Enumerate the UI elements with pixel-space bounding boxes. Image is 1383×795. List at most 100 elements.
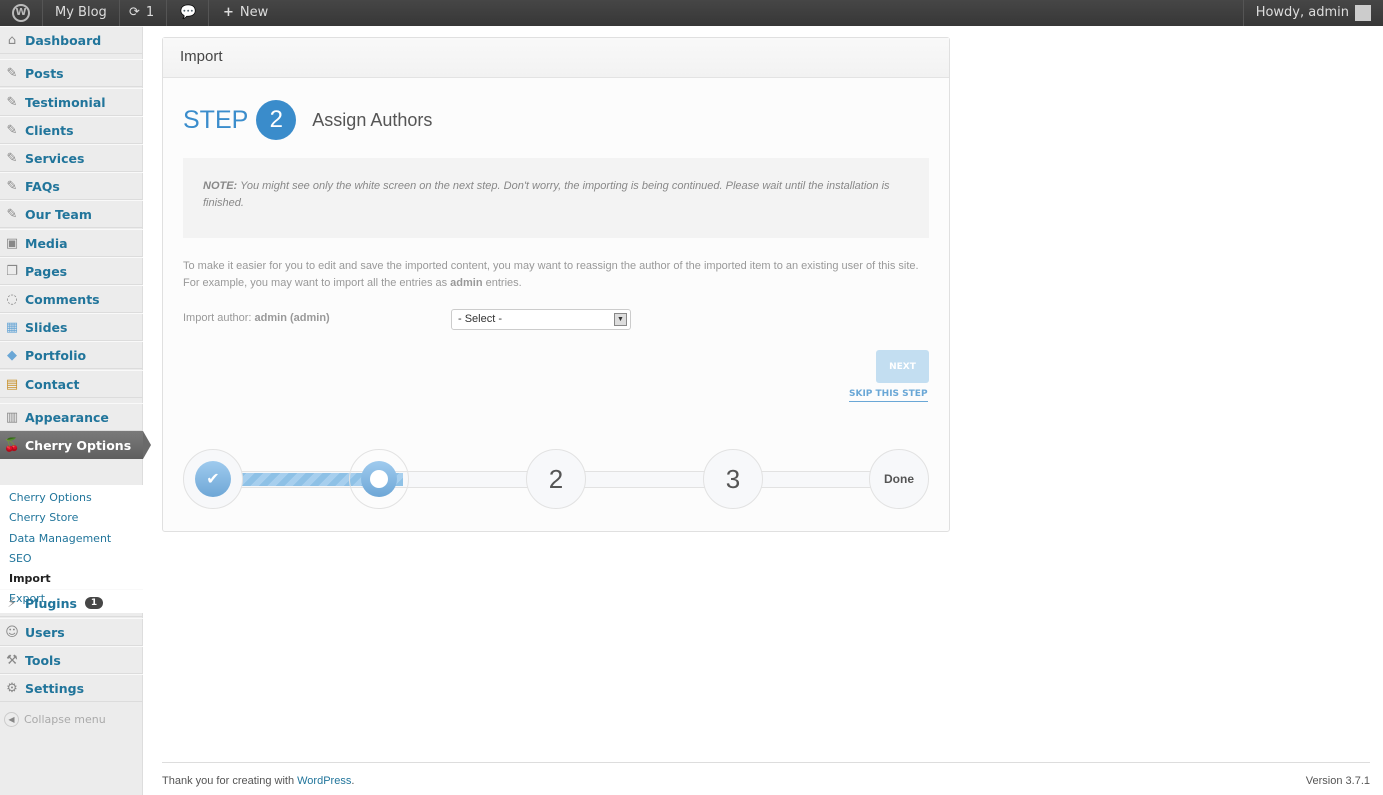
menu-label: Appearance [25, 409, 109, 425]
pin-icon: ✎ [6, 178, 18, 194]
menu-contact[interactable]: ▤ Contact [0, 370, 143, 398]
new-content-link[interactable]: + New [211, 0, 280, 26]
footer-dot: . [351, 775, 355, 787]
menu-label: Users [25, 624, 65, 640]
submenu-data-management[interactable]: Data Management [9, 532, 111, 545]
menu-faqs[interactable]: ✎ FAQs [0, 172, 143, 200]
home-icon: ⌂ [7, 32, 17, 48]
admin-bar: W My Blog ⟳ 1 💬 + New Howdy, admin [0, 0, 1383, 26]
menu-label: Portfolio [25, 347, 87, 363]
dropdown-arrow-icon: ▼ [614, 313, 627, 326]
menu-plugins[interactable]: ⚡ Plugins 1 [0, 589, 143, 617]
skip-step-link[interactable]: SKIP THIS STEP [849, 389, 928, 402]
submenu-cherry-options[interactable]: Cherry Options [9, 491, 92, 504]
site-name-link[interactable]: My Blog [43, 0, 120, 26]
submenu-import[interactable]: Import [9, 572, 51, 585]
wordpress-link[interactable]: WordPress [297, 775, 351, 787]
portfolio-icon: ◆ [7, 347, 17, 363]
current-step-icon [361, 461, 397, 497]
menu-dashboard[interactable]: ⌂ Dashboard [0, 26, 143, 54]
footer-text: Thank you for creating with [162, 775, 298, 787]
panel-title: Import [163, 38, 949, 78]
tools-icon: ⚒ [6, 652, 18, 668]
wordpress-logo-icon[interactable]: W [0, 0, 43, 26]
step-node-3: 3 [703, 449, 763, 509]
step-node-current [349, 449, 409, 509]
menu-settings[interactable]: ⚙ Settings [0, 674, 143, 702]
menu-testimonial[interactable]: ✎ Testimonial [0, 88, 143, 116]
note-label: NOTE: [203, 180, 238, 192]
step-title: Assign Authors [312, 109, 433, 130]
pin-icon: ✎ [6, 94, 18, 110]
import-author-label: Import author: admin (admin) [183, 312, 330, 324]
menu-label: Collapse menu [24, 712, 106, 726]
step-label: STEP [183, 105, 249, 134]
footer: Thank you for creating with WordPress. V… [162, 762, 1370, 787]
collapse-menu-button[interactable]: ◀ Collapse menu [0, 705, 143, 733]
menu-label: Dashboard [25, 32, 102, 48]
menu-label: Our Team [25, 206, 92, 222]
menu-media[interactable]: ▣ Media [0, 229, 143, 257]
author-name: admin (admin) [254, 312, 330, 324]
media-icon: ▣ [5, 235, 19, 251]
desc-text: To make it easier for you to edit and sa… [183, 260, 919, 289]
note-box: NOTE: You might see only the white scree… [183, 158, 929, 238]
avatar [1355, 5, 1371, 21]
desc-bold: admin [450, 277, 483, 289]
pages-icon: ❐ [6, 263, 18, 279]
menu-users[interactable]: ☺ Users [0, 618, 143, 646]
comments-icon: ◌ [6, 291, 18, 307]
menu-label: Clients [25, 122, 74, 138]
progress-steps: ✔ 2 3 Done [183, 449, 931, 509]
menu-label: Posts [25, 65, 64, 81]
users-icon: ☺ [5, 624, 19, 640]
select-value: - Select - [458, 313, 503, 325]
slides-icon: ▦ [5, 319, 19, 335]
menu-pages[interactable]: ❐ Pages [0, 257, 143, 285]
import-panel: Import STEP 2 Assign Authors NOTE: You m… [162, 37, 950, 532]
plugin-icon: ⚡ [7, 595, 17, 611]
step-node-complete: ✔ [183, 449, 243, 509]
submenu-cherry-store[interactable]: Cherry Store [9, 511, 78, 524]
menu-services[interactable]: ✎ Services [0, 144, 143, 172]
step-node-done: Done [869, 449, 929, 509]
menu-posts[interactable]: ✎ Posts [0, 59, 143, 87]
menu-label: Pages [25, 263, 68, 279]
menu-clients[interactable]: ✎ Clients [0, 116, 143, 144]
author-label: Import author: [183, 312, 255, 324]
reassign-description: To make it easier for you to edit and sa… [183, 258, 933, 292]
menu-tools[interactable]: ⚒ Tools [0, 646, 143, 674]
updates-link[interactable]: ⟳ 1 [117, 0, 168, 26]
comments-link[interactable]: 💬 [168, 0, 210, 26]
step-node-2: 2 [526, 449, 586, 509]
collapse-arrow-icon: ◀ [4, 711, 19, 727]
next-button[interactable]: NEXT [876, 350, 929, 383]
comment-icon: 💬 [180, 5, 197, 20]
check-icon: ✔ [195, 461, 231, 497]
appearance-icon: ▥ [5, 409, 19, 425]
my-account[interactable]: Howdy, admin [1242, 0, 1383, 26]
menu-appearance[interactable]: ▥ Appearance [0, 403, 143, 431]
howdy-label: Howdy, admin [1255, 5, 1349, 20]
step-number: 2 [256, 100, 297, 140]
pin-icon: ✎ [6, 65, 18, 81]
menu-label: Contact [25, 376, 80, 392]
menu-comments[interactable]: ◌ Comments [0, 285, 143, 313]
updates-icon: ⟳ [129, 5, 140, 20]
admin-sidebar: ⌂ Dashboard ✎ Posts ✎ Testimonial ✎ Clients … [0, 26, 151, 795]
desc-text-end: entries. [482, 277, 522, 289]
pin-icon: ✎ [6, 150, 18, 166]
plus-icon: + [223, 5, 234, 20]
menu-label: Comments [25, 291, 100, 307]
menu-label: Settings [25, 680, 85, 696]
menu-our-team[interactable]: ✎ Our Team [0, 200, 143, 228]
updates-count: 1 [145, 5, 155, 20]
plugins-update-badge: 1 [84, 597, 104, 609]
menu-portfolio[interactable]: ◆ Portfolio [0, 341, 143, 369]
menu-label: Testimonial [25, 94, 106, 110]
author-select[interactable]: - Select - ▼ [451, 309, 631, 330]
menu-slides[interactable]: ▦ Slides [0, 313, 143, 341]
submenu-seo[interactable]: SEO [9, 552, 32, 565]
pin-icon: ✎ [6, 206, 18, 222]
menu-cherry-options[interactable]: 🍒 Cherry Options [0, 431, 151, 459]
